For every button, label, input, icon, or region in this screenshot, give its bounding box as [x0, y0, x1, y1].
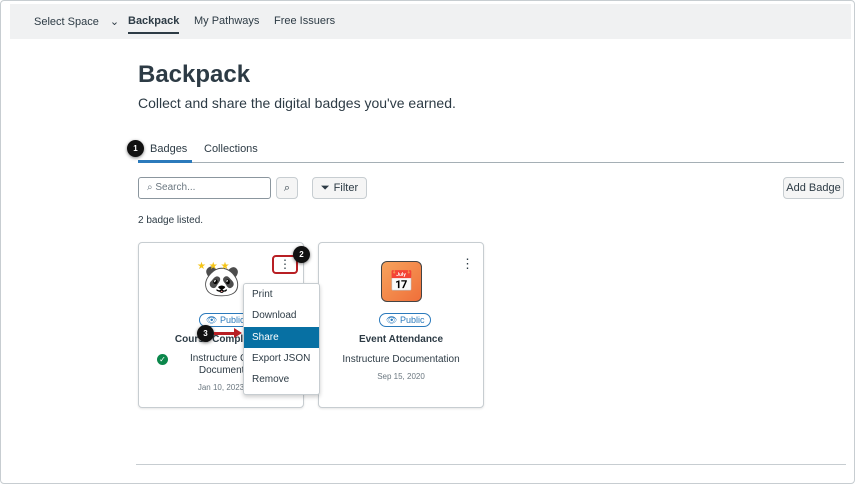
filter-icon: ⏷ — [320, 181, 330, 194]
add-badge-button[interactable]: Add Badge — [783, 177, 844, 199]
badge-options-menu: Print Download Share Export JSON Remove — [243, 283, 320, 395]
nav-backpack[interactable]: Backpack — [128, 15, 180, 34]
visibility-badge: 👁 Public — [379, 313, 432, 327]
arrow-icon — [214, 332, 236, 335]
badge-card[interactable]: 📅 ⋮ 👁 Public Event Attendance Instructur… — [318, 242, 484, 408]
tab-collections[interactable]: Collections — [204, 143, 258, 155]
select-space-dropdown[interactable]: Select Space ⌄ — [34, 15, 119, 28]
chevron-down-icon: ⌄ — [109, 16, 120, 28]
search-icon: ⌕ — [283, 181, 291, 194]
menu-item-download[interactable]: Download — [244, 305, 319, 326]
step-marker-2: 2 — [293, 246, 310, 263]
top-nav: Select Space ⌄ Backpack My Pathways Free… — [10, 4, 851, 39]
page-title: Backpack — [138, 61, 251, 88]
badge-count: 2 badge listed. — [138, 215, 204, 226]
arrow-head-icon — [234, 328, 242, 338]
active-tab-indicator — [138, 160, 192, 163]
nav-free-issuers[interactable]: Free Issuers — [274, 15, 335, 27]
filter-button[interactable]: ⏷ Filter — [312, 177, 367, 199]
menu-item-print[interactable]: Print — [244, 284, 319, 305]
calendar-badge-image: 📅 — [381, 261, 422, 302]
step-marker-3: 3 — [197, 325, 214, 342]
badge-date: Sep 15, 2020 — [377, 372, 425, 381]
search-icon: ⌕ — [147, 182, 153, 193]
badge-title: Event Attendance — [358, 334, 444, 345]
menu-item-export-json[interactable]: Export JSON — [244, 348, 319, 369]
search-input[interactable]: ⌕ Search... — [138, 177, 271, 199]
filter-label: Filter — [333, 182, 359, 194]
tabs-divider — [138, 162, 844, 163]
badge-options-button[interactable]: ⋮ — [461, 256, 474, 272]
search-button[interactable]: ⌕ — [276, 177, 298, 199]
search-placeholder: Search... — [155, 182, 196, 193]
step-marker-1: 1 — [127, 140, 144, 157]
menu-item-remove[interactable]: Remove — [244, 369, 319, 390]
menu-item-share[interactable]: Share — [244, 326, 319, 348]
nav-my-pathways[interactable]: My Pathways — [194, 15, 259, 27]
page-subtitle: Collect and share the digital badges you… — [138, 95, 456, 111]
footer-divider — [136, 464, 846, 465]
badge-issuer: Instructure Documentation — [342, 354, 460, 365]
stars-icon: ★ ★ ★ — [197, 261, 230, 272]
tab-badges[interactable]: Badges — [150, 143, 187, 155]
verified-icon: ✓ — [157, 354, 168, 365]
